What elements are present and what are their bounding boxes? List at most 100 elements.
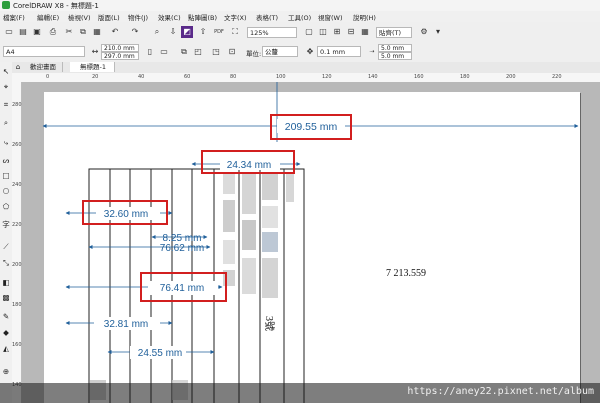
column-text: 3號 [263, 316, 276, 331]
all-pages-icon[interactable]: ⧉ [178, 46, 190, 58]
menu-table[interactable]: 表格(T) [256, 12, 278, 22]
copy-icon[interactable]: ⧉ [77, 26, 89, 38]
menu-text[interactable]: 文字(X) [224, 12, 247, 22]
current-page-icon[interactable]: ◰ [192, 46, 204, 58]
text-tool-icon[interactable]: 字 [1, 220, 11, 230]
window-title: CorelDRAW X8 - 無標題-1 [13, 2, 99, 10]
nudge-icon: ✥ [306, 47, 314, 56]
crop-tool-icon[interactable]: ⌗ [1, 100, 11, 110]
ruler-tick: 40 [138, 74, 145, 80]
transparency-icon[interactable]: ▩ [1, 293, 11, 303]
pdf-icon[interactable]: PDF [213, 26, 225, 38]
dimension-label-inner: 76.62 mm [160, 243, 204, 254]
dimension-label-total-width: 209.55 mm [285, 121, 338, 133]
duplicate-x-field[interactable]: 5.0 mm [378, 44, 412, 52]
drop-shadow-icon[interactable]: ◧ [1, 278, 11, 288]
watermark-text: https://aney22.pixnet.net/album [407, 386, 594, 397]
tab-document[interactable]: 無標題-1 [70, 62, 115, 72]
zoom-level-field[interactable]: 125% [247, 27, 297, 38]
launcher-icon[interactable]: ▾ [432, 26, 444, 38]
ruler-tick: 260 [12, 142, 22, 148]
menu-bitmaps[interactable]: 點陣圖(B) [188, 12, 217, 22]
view-options-icon[interactable]: ⊞ [331, 26, 343, 38]
drawing-svg: 209.55 mm 24.34 mm 32.60 mm 8.25 mm 76.6… [42, 82, 579, 403]
import-icon[interactable]: ⇩ [167, 26, 179, 38]
nudge-distance-field[interactable]: 0.1 mm [317, 46, 361, 57]
property-bar: A4 ↔ 210.0 mm 297.0 mm ▯ ▭ ⧉ ◰ ◳ ⊡ 單位: 公… [0, 42, 600, 63]
grid-icon[interactable]: ▦ [359, 26, 371, 38]
page-size-dropdown[interactable]: A4 [3, 46, 85, 57]
undo-icon[interactable]: ↶ [109, 26, 121, 38]
page-height-field[interactable]: 297.0 mm [101, 52, 139, 60]
units-label: 單位: [246, 50, 262, 58]
duplicate-y-field[interactable]: 5.0 mm [378, 52, 412, 60]
watermark-band: https://aney22.pixnet.net/album [0, 383, 600, 403]
pick-tool-icon[interactable]: ↖ [1, 67, 11, 77]
connector-tool-icon[interactable]: ⤡ [1, 258, 11, 268]
rectangle-tool-icon[interactable]: □ [1, 171, 11, 181]
fill-tool-icon[interactable]: ◆ [1, 328, 11, 338]
ruler-tick: 240 [12, 182, 22, 188]
smart-fill-icon[interactable]: ◭ [1, 344, 11, 354]
page-coordinate-text: 7 213.559 [386, 268, 426, 279]
corel-connect-icon[interactable]: ◩ [181, 26, 193, 38]
crop-marks-icon[interactable]: ⊡ [226, 46, 238, 58]
search-content-icon[interactable]: ⌕ [151, 26, 163, 38]
export-icon[interactable]: ⇧ [197, 26, 209, 38]
parallel-dimension-icon[interactable]: ⟋ [1, 242, 11, 252]
ruler-tick: 160 [414, 74, 424, 80]
landscape-icon[interactable]: ▭ [158, 46, 170, 58]
ellipse-tool-icon[interactable]: ○ [1, 186, 11, 196]
menu-layout[interactable]: 版面(L) [98, 12, 120, 22]
print-icon[interactable]: ⎙ [47, 26, 59, 38]
zoom-page-icon[interactable]: ◫ [317, 26, 329, 38]
fullscreen-icon[interactable]: ⛶ [229, 26, 241, 38]
ruler-tick: 0 [46, 74, 50, 80]
menu-window[interactable]: 視窗(W) [318, 12, 343, 22]
menu-file[interactable]: 檔案(F) [3, 12, 25, 22]
polygon-tool-icon[interactable]: ⬠ [1, 202, 11, 212]
zoom-tool-icon[interactable]: ⌕ [1, 118, 11, 128]
ruler-tick: 200 [506, 74, 516, 80]
options-gear-icon[interactable]: ⚙ [418, 26, 430, 38]
freehand-tool-icon[interactable]: ⤷ [1, 138, 11, 148]
menu-edit[interactable]: 編輯(E) [37, 12, 59, 22]
menu-object[interactable]: 物件(J) [128, 12, 148, 22]
units-dropdown[interactable]: 公釐 [262, 46, 298, 57]
menu-tools[interactable]: 工具(O) [288, 12, 311, 22]
ruler-tick: 200 [12, 262, 22, 268]
tab-welcome[interactable]: 歡迎畫面 [24, 62, 63, 72]
ruler-tick: 20 [92, 74, 99, 80]
eyedropper-icon[interactable]: ✎ [1, 312, 11, 322]
ruler-tick: 160 [12, 342, 22, 348]
guides-icon[interactable]: ⊟ [345, 26, 357, 38]
page-background-icon[interactable]: ◳ [210, 46, 222, 58]
ruler-tick: 60 [184, 74, 191, 80]
artistic-media-icon[interactable]: ᔕ [1, 156, 11, 166]
dimension-label-left-offset: 32.60 mm [104, 209, 148, 220]
ruler-tick: 100 [276, 74, 286, 80]
snap-to-dropdown[interactable]: 貼齊(T) [376, 27, 412, 38]
portrait-icon[interactable]: ▯ [144, 46, 156, 58]
menu-help[interactable]: 說明(H) [353, 12, 376, 22]
ruler-tick: 80 [230, 74, 237, 80]
home-icon[interactable]: ⌂ [14, 63, 22, 71]
ruler-tick: 220 [552, 74, 562, 80]
new-document-icon[interactable]: ▭ [3, 26, 15, 38]
menu-effects[interactable]: 效果(C) [158, 12, 181, 22]
add-tool-icon[interactable]: ⊕ [1, 367, 11, 377]
vertical-ruler[interactable]: 280 260 240 220 200 180 160 140 [12, 82, 22, 403]
zoom-fit-icon[interactable]: ▢ [303, 26, 315, 38]
coreldraw-logo-icon [2, 1, 10, 9]
dimension-label-column-width: 24.34 mm [227, 160, 271, 171]
dimension-label-mid: 76.41 mm [160, 283, 204, 294]
cut-icon[interactable]: ✂ [63, 26, 75, 38]
menu-view[interactable]: 檢視(V) [68, 12, 91, 22]
save-icon[interactable]: ▣ [31, 26, 43, 38]
open-icon[interactable]: ▤ [17, 26, 29, 38]
redo-icon[interactable]: ↷ [129, 26, 141, 38]
drawing-canvas[interactable]: 209.55 mm 24.34 mm 32.60 mm 8.25 mm 76.6… [22, 82, 600, 403]
paste-icon[interactable]: ▦ [91, 26, 103, 38]
page-width-field[interactable]: 210.0 mm [101, 44, 139, 52]
shape-tool-icon[interactable]: ⌖ [1, 82, 11, 92]
